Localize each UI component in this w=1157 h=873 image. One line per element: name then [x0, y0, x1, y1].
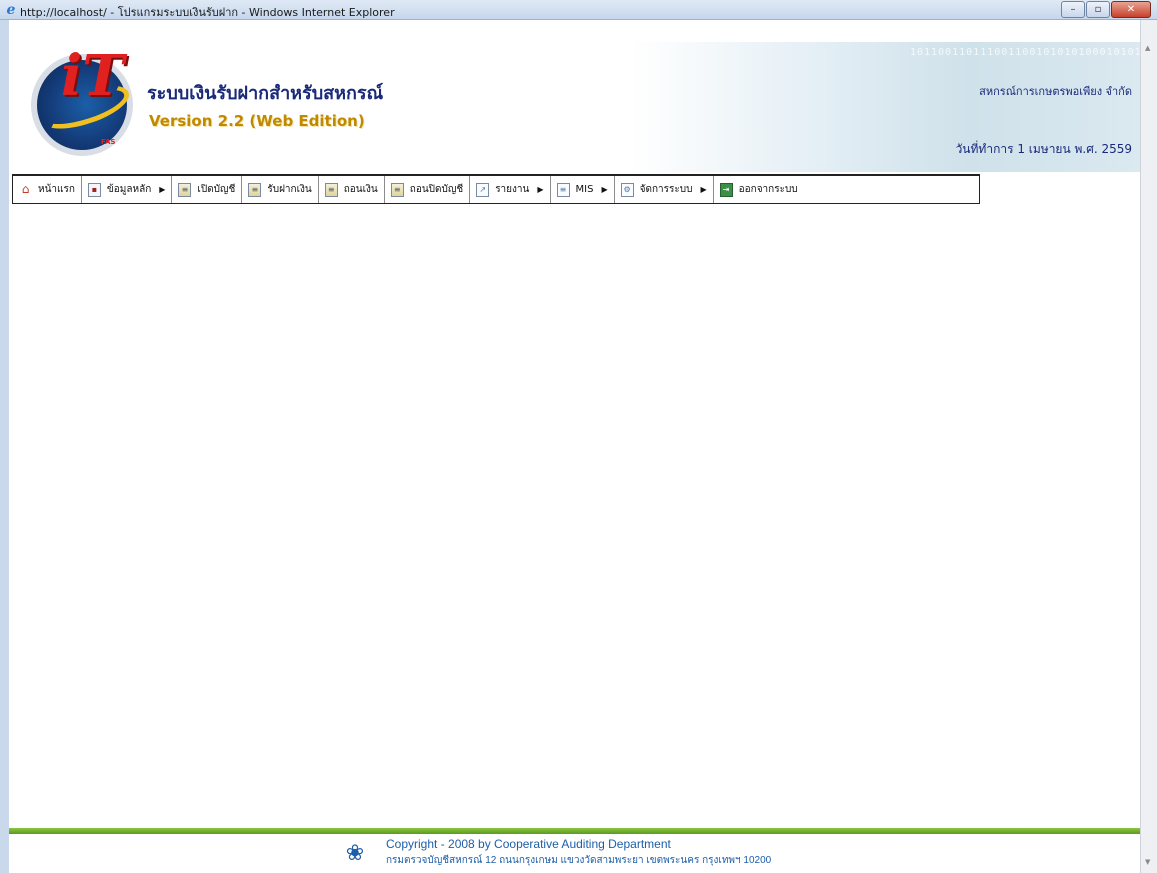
book-icon: ≡: [248, 182, 262, 197]
menu-item-deposit[interactable]: ≡ รับฝากเงิน: [242, 176, 319, 203]
department-seal-icon: ❀: [345, 841, 365, 866]
exit-icon: ⇥: [719, 182, 733, 197]
document-icon: ≡: [556, 182, 570, 197]
report-icon: ↗: [476, 182, 490, 197]
menu-item-withdraw[interactable]: ≡ ถอนเงิน: [319, 176, 385, 203]
submenu-arrow-icon: ▶: [601, 185, 608, 194]
data-icon: ▪: [87, 182, 101, 197]
menu-item-system-settings[interactable]: ⚙ จัดการระบบ ▶: [615, 176, 714, 203]
minimize-button[interactable]: –: [1061, 1, 1085, 18]
menu-item-label: รายงาน: [495, 184, 530, 195]
binary-background-decoration: 1011001101110011001010101000101011000011…: [910, 47, 1140, 58]
book-icon: ≡: [390, 182, 404, 197]
page-footer: ❀ Copyright - 2008 by Cooperative Auditi…: [9, 834, 1140, 873]
vertical-scrollbar[interactable]: [1140, 20, 1157, 873]
footer-copyright: Copyright - 2008 by Cooperative Auditing…: [386, 837, 671, 851]
close-button[interactable]: ✕: [1111, 1, 1151, 18]
window-controls: – ▫ ✕: [1060, 1, 1151, 18]
menu-item-close-account[interactable]: ≡ ถอนปิดบัญชี: [385, 176, 471, 203]
menu-item-label: ออกจากระบบ: [738, 184, 798, 195]
menu-item-label: หน้าแรก: [38, 184, 75, 195]
book-icon: ≡: [178, 182, 192, 197]
footer-address: กรมตรวจบัญชีสหกรณ์ 12 ถนนกรุงเกษม แขวงวั…: [386, 855, 772, 866]
main-menu: ⌂ หน้าแรก ▪ ข้อมูลหลัก ▶ ≡ เปิดบัญชี ≡ ร…: [12, 174, 980, 204]
scroll-up-arrow-icon[interactable]: ▲: [1145, 44, 1150, 52]
menu-item-reports[interactable]: ↗ รายงาน ▶: [470, 176, 551, 203]
menu-item-label: MIS: [575, 184, 594, 195]
menu-item-label: ถอนเงิน: [343, 184, 378, 195]
internet-explorer-icon: e: [6, 2, 16, 18]
menu-item-label: ถอนปิดบัญชี: [409, 184, 464, 195]
menu-item-label: รับฝากเงิน: [267, 184, 312, 195]
maximize-button[interactable]: ▫: [1086, 1, 1110, 18]
menu-item-mis[interactable]: ≡ MIS ▶: [551, 176, 615, 203]
app-version: Version 2.2 (Web Edition): [149, 112, 365, 130]
scroll-down-arrow-icon[interactable]: ▼: [1145, 858, 1150, 866]
work-date: วันที่ทำการ 1 เมษายน พ.ศ. 2559: [955, 142, 1132, 156]
menu-item-home[interactable]: ⌂ หน้าแรก: [13, 176, 82, 203]
window-frame-left: [0, 20, 9, 873]
submenu-arrow-icon: ▶: [159, 185, 166, 194]
menu-item-master-data[interactable]: ▪ ข้อมูลหลัก ▶: [82, 176, 173, 203]
book-icon: ≡: [324, 182, 338, 197]
home-icon: ⌂: [21, 181, 30, 196]
app-title: ระบบเงินรับฝากสำหรับสหกรณ์: [147, 83, 384, 104]
menu-item-label: จัดการระบบ: [639, 184, 693, 195]
menu-item-label: เปิดบัญชี: [197, 184, 236, 195]
app-logo-text: iT: [61, 43, 124, 109]
menu-item-label: ข้อมูลหลัก: [106, 184, 152, 195]
menu-item-logout[interactable]: ⇥ ออกจากระบบ: [714, 176, 804, 203]
cooperative-name: สหกรณ์การเกษตรพอเพียง จำกัด: [979, 85, 1132, 98]
app-banner: 1011001101110011001010101000101011000011…: [9, 42, 1140, 172]
menu-item-open-account[interactable]: ≡ เปิดบัญชี: [172, 176, 243, 203]
window-title: http://localhost/ - โปรแกรมระบบเงินรับฝา…: [20, 6, 395, 19]
window-titlebar: e http://localhost/ - โปรแกรมระบบเงินรับ…: [0, 0, 1157, 20]
app-logo-badge: FAS: [101, 138, 116, 146]
settings-icon: ⚙: [620, 182, 634, 197]
submenu-arrow-icon: ▶: [537, 185, 544, 194]
submenu-arrow-icon: ▶: [700, 185, 707, 194]
